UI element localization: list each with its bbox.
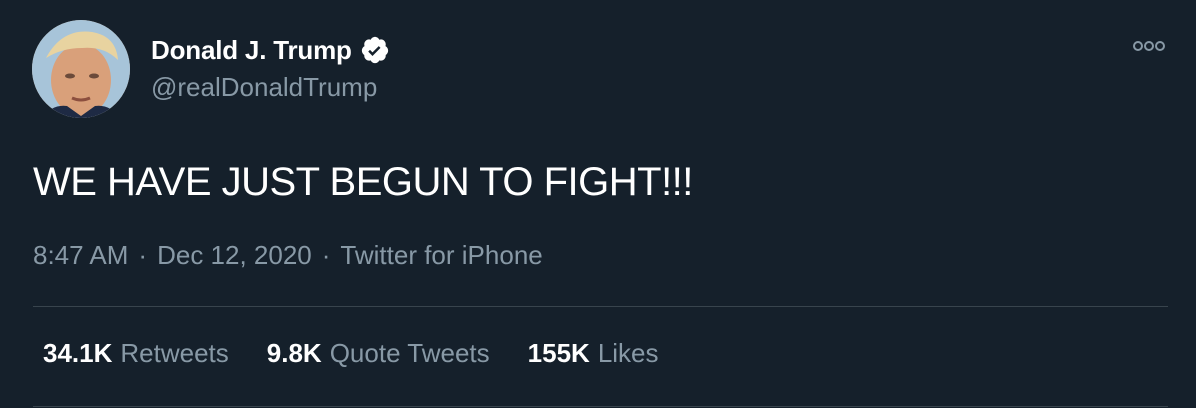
likes-stat[interactable]: 155K Likes	[528, 338, 659, 369]
quote-tweets-label: Quote Tweets	[329, 338, 490, 368]
author-name-row: Donald J. Trump	[151, 32, 390, 68]
retweets-count: 34.1K	[43, 338, 113, 368]
quote-tweets-stat[interactable]: 9.8K Quote Tweets	[267, 338, 490, 369]
verified-badge-icon	[360, 35, 390, 65]
tweet-card: Donald J. Trump @realDonaldTrump WE HAVE…	[0, 0, 1196, 408]
divider	[33, 306, 1168, 307]
meta-separator: ·	[321, 240, 331, 270]
tweet-meta: 8:47 AM · Dec 12, 2020 · Twitter for iPh…	[33, 240, 543, 271]
avatar-image	[32, 20, 130, 118]
meta-separator: ·	[138, 240, 148, 270]
retweets-label: Retweets	[120, 338, 229, 368]
tweet-date[interactable]: Dec 12, 2020	[157, 240, 312, 271]
tweet-source[interactable]: Twitter for iPhone	[340, 240, 542, 271]
likes-count: 155K	[527, 338, 590, 368]
tweet-stats: 34.1K Retweets 9.8K Quote Tweets 155K Likes	[43, 338, 659, 369]
display-name[interactable]: Donald J. Trump	[151, 35, 352, 66]
more-options-icon[interactable]	[1132, 36, 1166, 56]
retweets-stat[interactable]: 34.1K Retweets	[43, 338, 229, 369]
divider	[33, 406, 1168, 407]
likes-label: Likes	[597, 338, 659, 368]
quote-tweets-count: 9.8K	[266, 338, 322, 368]
tweet-time[interactable]: 8:47 AM	[33, 240, 128, 271]
avatar[interactable]	[32, 20, 130, 118]
tweet-text: WE HAVE JUST BEGUN TO FIGHT!!!	[33, 160, 693, 204]
handle[interactable]: @realDonaldTrump	[151, 72, 377, 103]
